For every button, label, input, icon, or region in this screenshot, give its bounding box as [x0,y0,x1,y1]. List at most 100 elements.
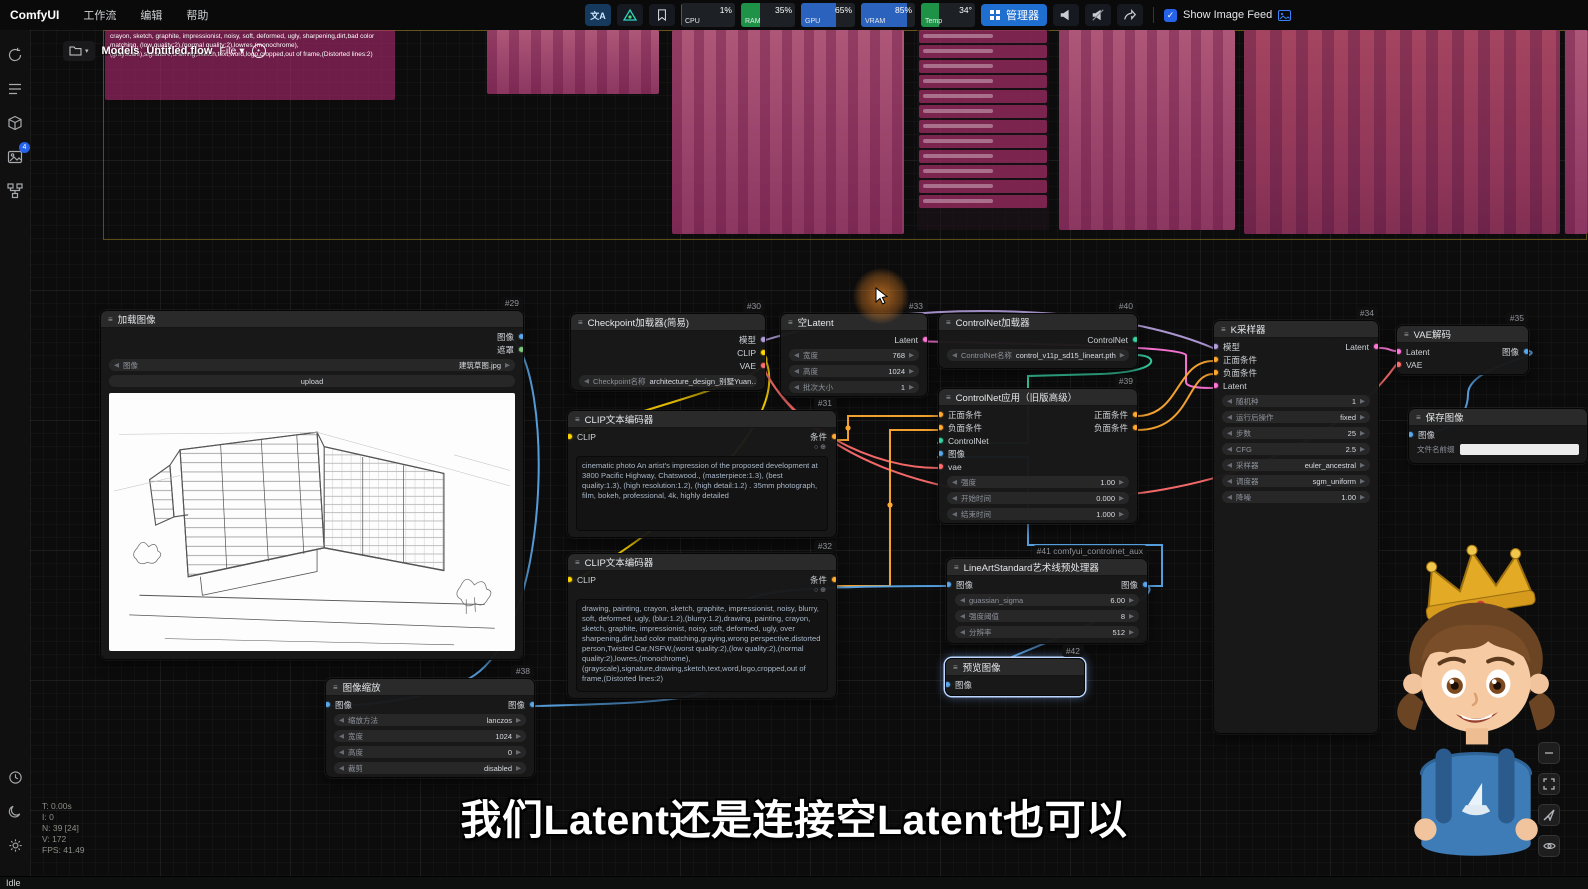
output-slot-条件[interactable]: 条件 [806,430,836,443]
canvas-logo-button[interactable] [617,4,643,26]
decrement-arrow-icon[interactable]: ◀ [952,494,957,502]
output-slot-条件[interactable]: 条件 [806,573,836,586]
image-slot-dot[interactable] [1142,581,1147,588]
widget-结束时间[interactable]: ◀结束时间1.000▶ [947,508,1129,520]
output-slot-ControlNet[interactable]: ControlNet [1083,333,1137,346]
increment-arrow-icon[interactable]: ▶ [516,716,521,724]
locate-button[interactable] [1538,804,1560,826]
output-slot-VAE[interactable]: VAE [733,359,765,372]
decrement-arrow-icon[interactable]: ◀ [952,351,957,359]
image-slot-dot[interactable] [1523,348,1528,355]
menu-edit[interactable]: 编辑 [140,7,162,23]
widget-随机种[interactable]: ◀随机种1▶ [1222,395,1370,407]
model-slot-dot[interactable] [760,336,765,343]
decrement-arrow-icon[interactable]: ◀ [1227,413,1232,421]
output-slot-Latent[interactable]: Latent [890,333,927,346]
increment-arrow-icon[interactable]: ▶ [1120,351,1125,359]
lock-icon[interactable]: • [252,44,266,58]
decrement-arrow-icon[interactable]: ◀ [1227,397,1232,405]
image-slot-dot[interactable] [946,681,951,688]
node-save-image[interactable]: ≡保存图像图像文件名前缀 [1408,408,1588,464]
node-clip-encode-positive[interactable]: #31≡CLIP文本编码器CLIP条件○ ⊕cinematic photo An… [567,410,837,538]
node-vae-decode[interactable]: #35≡VAE解码LatentVAE图像 [1396,325,1529,375]
widget-批次大小[interactable]: ◀批次大小1▶ [789,381,919,393]
decrement-arrow-icon[interactable]: ◀ [584,377,589,385]
clip-slot-dot[interactable] [568,576,573,583]
output-slot-Latent[interactable]: Latent [1341,340,1378,353]
clock-icon[interactable] [4,766,26,788]
widget-降噪[interactable]: ◀降噪1.00▶ [1222,491,1370,503]
input-slot-CLIP[interactable]: CLIP [568,430,600,443]
node-title-bar[interactable]: ≡VAE解码 [1397,326,1528,343]
decrement-arrow-icon[interactable]: ◀ [1227,477,1232,485]
vae-slot-dot[interactable] [939,463,944,470]
show-image-feed-toggle[interactable]: ✓ Show Image Feed [1164,9,1291,22]
conditioning-slot-dot[interactable] [1132,411,1137,418]
queue-icon[interactable] [4,78,26,100]
node-title-bar[interactable]: ≡加载图像 [101,311,523,328]
increment-arrow-icon[interactable]: ▶ [909,351,914,359]
input-slot-VAE[interactable]: VAE [1397,358,1434,371]
increment-arrow-icon[interactable]: ▶ [1360,429,1365,437]
workflow-folder-button[interactable]: ▾ [63,41,95,61]
latent-slot-dot[interactable] [1373,343,1378,350]
controlnet-slot-dot[interactable] [939,437,944,444]
node-title-bar[interactable]: ≡K采样器 [1214,321,1378,338]
widget-图像[interactable]: ◀图像建筑草图.jpg▶ [109,359,515,371]
node-empty-latent[interactable]: #33≡空LatentLatent◀宽度768▶◀高度1024▶◀批次大小1▶ [780,313,928,397]
node-title-bar[interactable]: ≡CLIP文本编码器 [568,411,836,428]
decrement-arrow-icon[interactable]: ◀ [1227,429,1232,437]
increment-arrow-icon[interactable]: ▶ [505,361,510,369]
output-slot-模型[interactable]: 模型 [733,333,765,346]
conditioning-slot-dot[interactable] [831,576,836,583]
increment-arrow-icon[interactable]: ▶ [1360,397,1365,405]
conditioning-slot-dot[interactable] [1214,356,1219,363]
node-title-bar[interactable]: ≡预览图像 [946,659,1084,676]
upload-button[interactable]: upload [109,375,515,387]
node-title-bar[interactable]: ≡空Latent [781,314,927,331]
menu-workflow[interactable]: 工作流 [83,7,116,23]
vae-slot-dot[interactable] [1397,361,1402,368]
output-slot-正面条件[interactable]: 正面条件 [1090,408,1137,421]
widget-宽度[interactable]: ◀宽度1024▶ [334,730,526,742]
node-title-bar[interactable]: ≡图像缩放 [326,679,534,696]
latent-slot-dot[interactable] [922,336,927,343]
output-slot-图像[interactable]: 图像 [493,330,523,343]
node-title-bar[interactable]: ≡ControlNet加载器 [939,314,1137,331]
input-slot-图像[interactable]: 图像 [946,678,976,691]
collapse-icon[interactable]: ≡ [1404,330,1409,339]
widget-ControlNet名称[interactable]: ◀ControlNet名称control_v11p_sd15_lineart.p… [947,349,1129,361]
manager-button[interactable]: 管理器 [981,4,1047,26]
megaphone-muted-icon[interactable] [1085,4,1111,26]
output-slot-图像[interactable]: 图像 [1498,345,1528,358]
toggle-visibility-button[interactable] [1538,835,1560,857]
bookmark-button[interactable] [649,4,675,26]
controlnet-slot-dot[interactable] [1132,336,1137,343]
megaphone-icon[interactable] [1053,4,1079,26]
widget-裁剪[interactable]: ◀裁剪disabled▶ [334,762,526,774]
widget-强度阈值[interactable]: ◀强度阈值8▶ [955,610,1139,622]
input-slot-Latent[interactable]: Latent [1397,345,1434,358]
share-icon[interactable] [1117,4,1143,26]
input-slot-模型[interactable]: 模型 [1214,340,1261,353]
node-checkpoint-loader[interactable]: #30≡Checkpoint加载器(简易)模型CLIPVAE◀Checkpoin… [570,313,766,391]
prompt-text[interactable]: drawing, painting, crayon, sketch, graph… [576,599,828,692]
model-library-icon[interactable] [4,112,26,134]
decrement-arrow-icon[interactable]: ◀ [1227,461,1232,469]
widget-采样器[interactable]: ◀采样器euler_ancestral▶ [1222,459,1370,471]
image-slot-dot[interactable] [939,450,944,457]
increment-arrow-icon[interactable]: ▶ [1119,510,1124,518]
file-menu[interactable]: File ▾ [219,45,244,57]
image-slot-dot[interactable] [1409,431,1414,438]
decrement-arrow-icon[interactable]: ◀ [1227,493,1232,501]
node-map-icon[interactable] [4,180,26,202]
collapse-icon[interactable]: ≡ [1221,325,1226,334]
widget-text-input[interactable] [1460,444,1580,455]
clip-slot-dot[interactable] [568,433,573,440]
decrement-arrow-icon[interactable]: ◀ [114,361,119,369]
output-slot-图像[interactable]: 图像 [504,698,534,711]
input-slot-正面条件[interactable]: 正面条件 [1214,353,1261,366]
widget-高度[interactable]: ◀高度0▶ [334,746,526,758]
node-clip-encode-negative[interactable]: #32≡CLIP文本编码器CLIP条件○ ⊕drawing, painting,… [567,553,837,699]
conditioning-slot-dot[interactable] [939,411,944,418]
